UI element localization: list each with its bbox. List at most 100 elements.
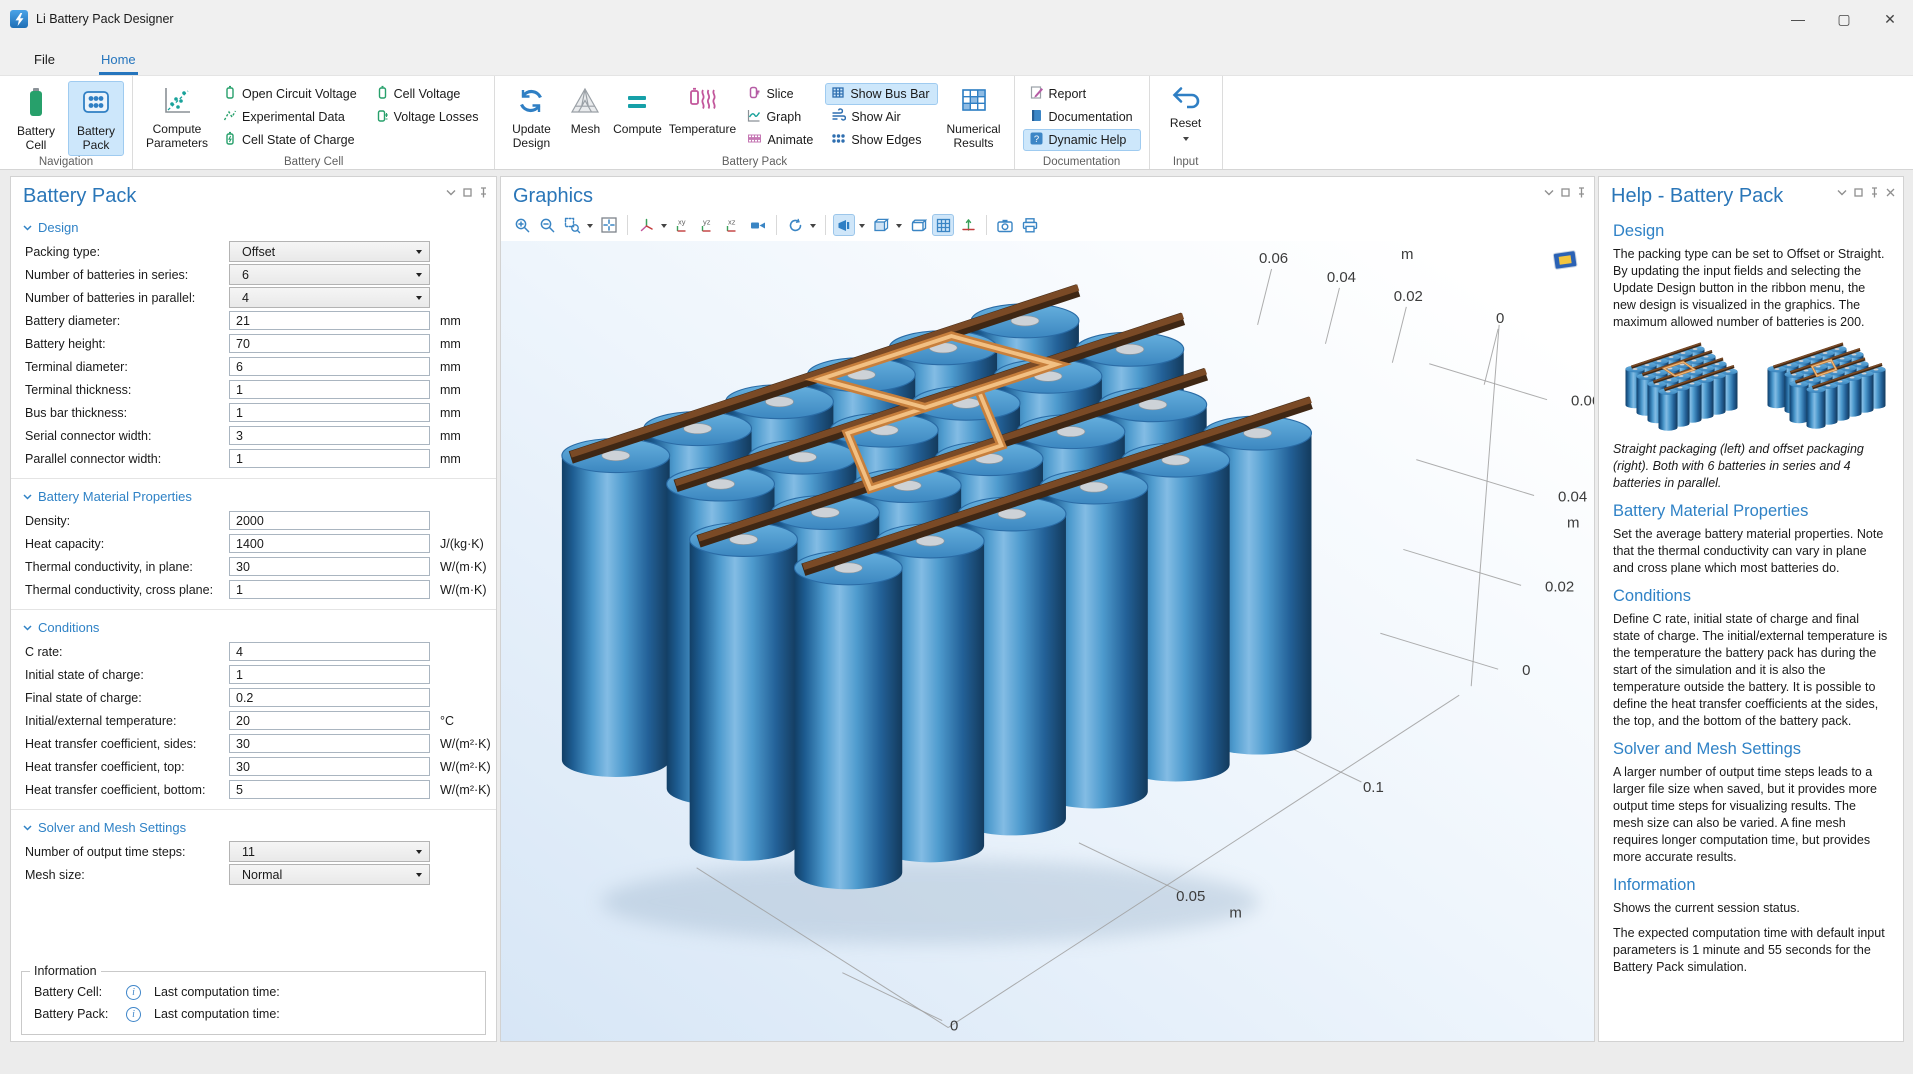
voltage-losses-button[interactable]: Voltage Losses: [369, 106, 487, 128]
field-control[interactable]: 30: [229, 557, 430, 576]
mesh-button[interactable]: Mesh: [563, 81, 607, 149]
slice-button[interactable]: Slice: [741, 83, 821, 105]
panel-pin-icon[interactable]: [1870, 187, 1879, 198]
dynamic-help-toggle[interactable]: ? Dynamic Help: [1023, 129, 1141, 151]
field-control[interactable]: 0.2: [229, 688, 430, 707]
documentation-button[interactable]: Documentation: [1023, 106, 1141, 128]
rotate-dropdown-icon[interactable]: [810, 224, 816, 231]
compute-button[interactable]: Compute: [611, 81, 663, 149]
battery-pack-button[interactable]: Battery Pack: [68, 81, 124, 156]
field-control[interactable]: 1: [229, 449, 430, 468]
documentation-icon: [1029, 108, 1044, 126]
rotate-icon[interactable]: [784, 214, 806, 236]
zoom-out-icon[interactable]: [536, 214, 558, 236]
panel-pin-icon[interactable]: [479, 187, 488, 198]
cell-state-of-charge-button[interactable]: Cell State of Charge: [217, 129, 365, 151]
field-control[interactable]: 1: [229, 665, 430, 684]
scene-projection-icon[interactable]: [747, 214, 769, 236]
reset-button[interactable]: Reset: [1158, 81, 1214, 149]
form-row: Serial connector width: 3 mm: [11, 424, 496, 447]
field-control[interactable]: 30: [229, 734, 430, 753]
zoom-extents-icon[interactable]: [598, 214, 620, 236]
go-to-view-icon[interactable]: [957, 214, 979, 236]
compute-parameters-button[interactable]: Compute Parameters: [141, 81, 213, 154]
field-control[interactable]: 3: [229, 426, 430, 445]
zoom-in-icon[interactable]: [511, 214, 533, 236]
graphics-3d-viewport[interactable]: 0.060.040.020m0.060.040.020m0.10.050m: [501, 241, 1594, 1041]
panel-menu-chevron-icon[interactable]: [1544, 189, 1554, 196]
field-control[interactable]: Offset: [229, 241, 430, 262]
panel-menu-chevron-icon[interactable]: [446, 189, 456, 196]
close-button[interactable]: ✕: [1867, 0, 1913, 38]
temperature-button[interactable]: Temperature: [667, 81, 737, 149]
field-control[interactable]: 1400: [229, 534, 430, 553]
view-orientation-icon[interactable]: [1548, 244, 1582, 276]
experimental-data-button[interactable]: Experimental Data: [217, 106, 365, 128]
tab-home[interactable]: Home: [91, 46, 146, 75]
field-control[interactable]: 1: [229, 580, 430, 599]
view-menu-icon[interactable]: [870, 214, 892, 236]
update-design-button[interactable]: Update Design: [503, 81, 559, 154]
field-control[interactable]: 2000: [229, 511, 430, 530]
numerical-results-button[interactable]: Numerical Results: [942, 81, 1006, 154]
field-control[interactable]: Normal: [229, 864, 430, 885]
view-menu-dropdown-icon[interactable]: [896, 224, 902, 231]
scene-light-icon[interactable]: [833, 214, 855, 236]
report-button[interactable]: Report: [1023, 83, 1141, 105]
field-control[interactable]: 1: [229, 403, 430, 422]
panel-float-icon[interactable]: [1561, 188, 1570, 197]
cell-voltage-button[interactable]: Cell Voltage: [369, 83, 487, 105]
help-heading: Conditions: [1613, 587, 1889, 606]
panel-menu-chevron-icon[interactable]: [1837, 189, 1847, 196]
print-icon[interactable]: [1019, 214, 1041, 236]
field-control[interactable]: 4: [229, 287, 430, 308]
field-control[interactable]: 20: [229, 711, 430, 730]
section-conditions[interactable]: Conditions: [11, 610, 496, 640]
scene-light-dropdown-icon[interactable]: [859, 224, 865, 231]
field-control[interactable]: 6: [229, 264, 430, 285]
form-row: Packing type: Offset: [11, 240, 496, 263]
reset-dropdown-icon[interactable]: [1183, 137, 1189, 144]
show-air-button[interactable]: Show Air: [825, 106, 937, 128]
show-bus-bar-toggle[interactable]: Show Bus Bar: [825, 83, 937, 105]
field-control[interactable]: 30: [229, 757, 430, 776]
field-control[interactable]: 6: [229, 357, 430, 376]
field-control[interactable]: 1: [229, 380, 430, 399]
information-label: Battery Pack:: [34, 1007, 126, 1021]
show-grid-icon[interactable]: [932, 214, 954, 236]
maximize-button[interactable]: ▢: [1821, 0, 1867, 38]
field-control[interactable]: 70: [229, 334, 430, 353]
section-solver-and-mesh-settings[interactable]: Solver and Mesh Settings: [11, 810, 496, 840]
open-circuit-voltage-button[interactable]: Open Circuit Voltage: [217, 83, 365, 105]
show-box-icon[interactable]: [907, 214, 929, 236]
panel-pin-icon[interactable]: [1577, 187, 1586, 198]
help-panel: Help - Battery Pack Design The packing t…: [1598, 176, 1904, 1042]
zoom-dropdown-icon[interactable]: [587, 224, 593, 231]
animate-button[interactable]: Animate: [741, 129, 821, 151]
show-edges-button[interactable]: Show Edges: [825, 129, 937, 151]
field-control[interactable]: 21: [229, 311, 430, 330]
panel-float-icon[interactable]: [1854, 188, 1863, 197]
tab-file[interactable]: File: [24, 46, 65, 75]
view-xy-icon[interactable]: xy: [672, 214, 694, 236]
view-yz-icon[interactable]: yz: [697, 214, 719, 236]
zoom-box-icon[interactable]: [561, 214, 583, 236]
section-battery-material-properties[interactable]: Battery Material Properties: [11, 479, 496, 509]
field-control[interactable]: 4: [229, 642, 430, 661]
default-3d-view-icon[interactable]: [635, 214, 657, 236]
packaging-thumbnails: [1613, 339, 1889, 435]
battery-cell-button[interactable]: Battery Cell: [8, 81, 64, 156]
panel-close-icon[interactable]: [1886, 188, 1895, 197]
panel-float-icon[interactable]: [463, 188, 472, 197]
field-control[interactable]: 5: [229, 780, 430, 799]
form-row: Mesh size: Normal: [11, 863, 496, 886]
view-xz-icon[interactable]: xz: [722, 214, 744, 236]
field-control[interactable]: 11: [229, 841, 430, 862]
toolbar-separator: [825, 215, 826, 235]
minimize-button[interactable]: —: [1775, 0, 1821, 38]
graph-button[interactable]: Graph: [741, 106, 821, 128]
screenshot-icon[interactable]: [994, 214, 1016, 236]
section-design[interactable]: Design: [11, 210, 496, 240]
view-dropdown-icon[interactable]: [661, 224, 667, 231]
straight-packaging-image: [1613, 339, 1746, 435]
